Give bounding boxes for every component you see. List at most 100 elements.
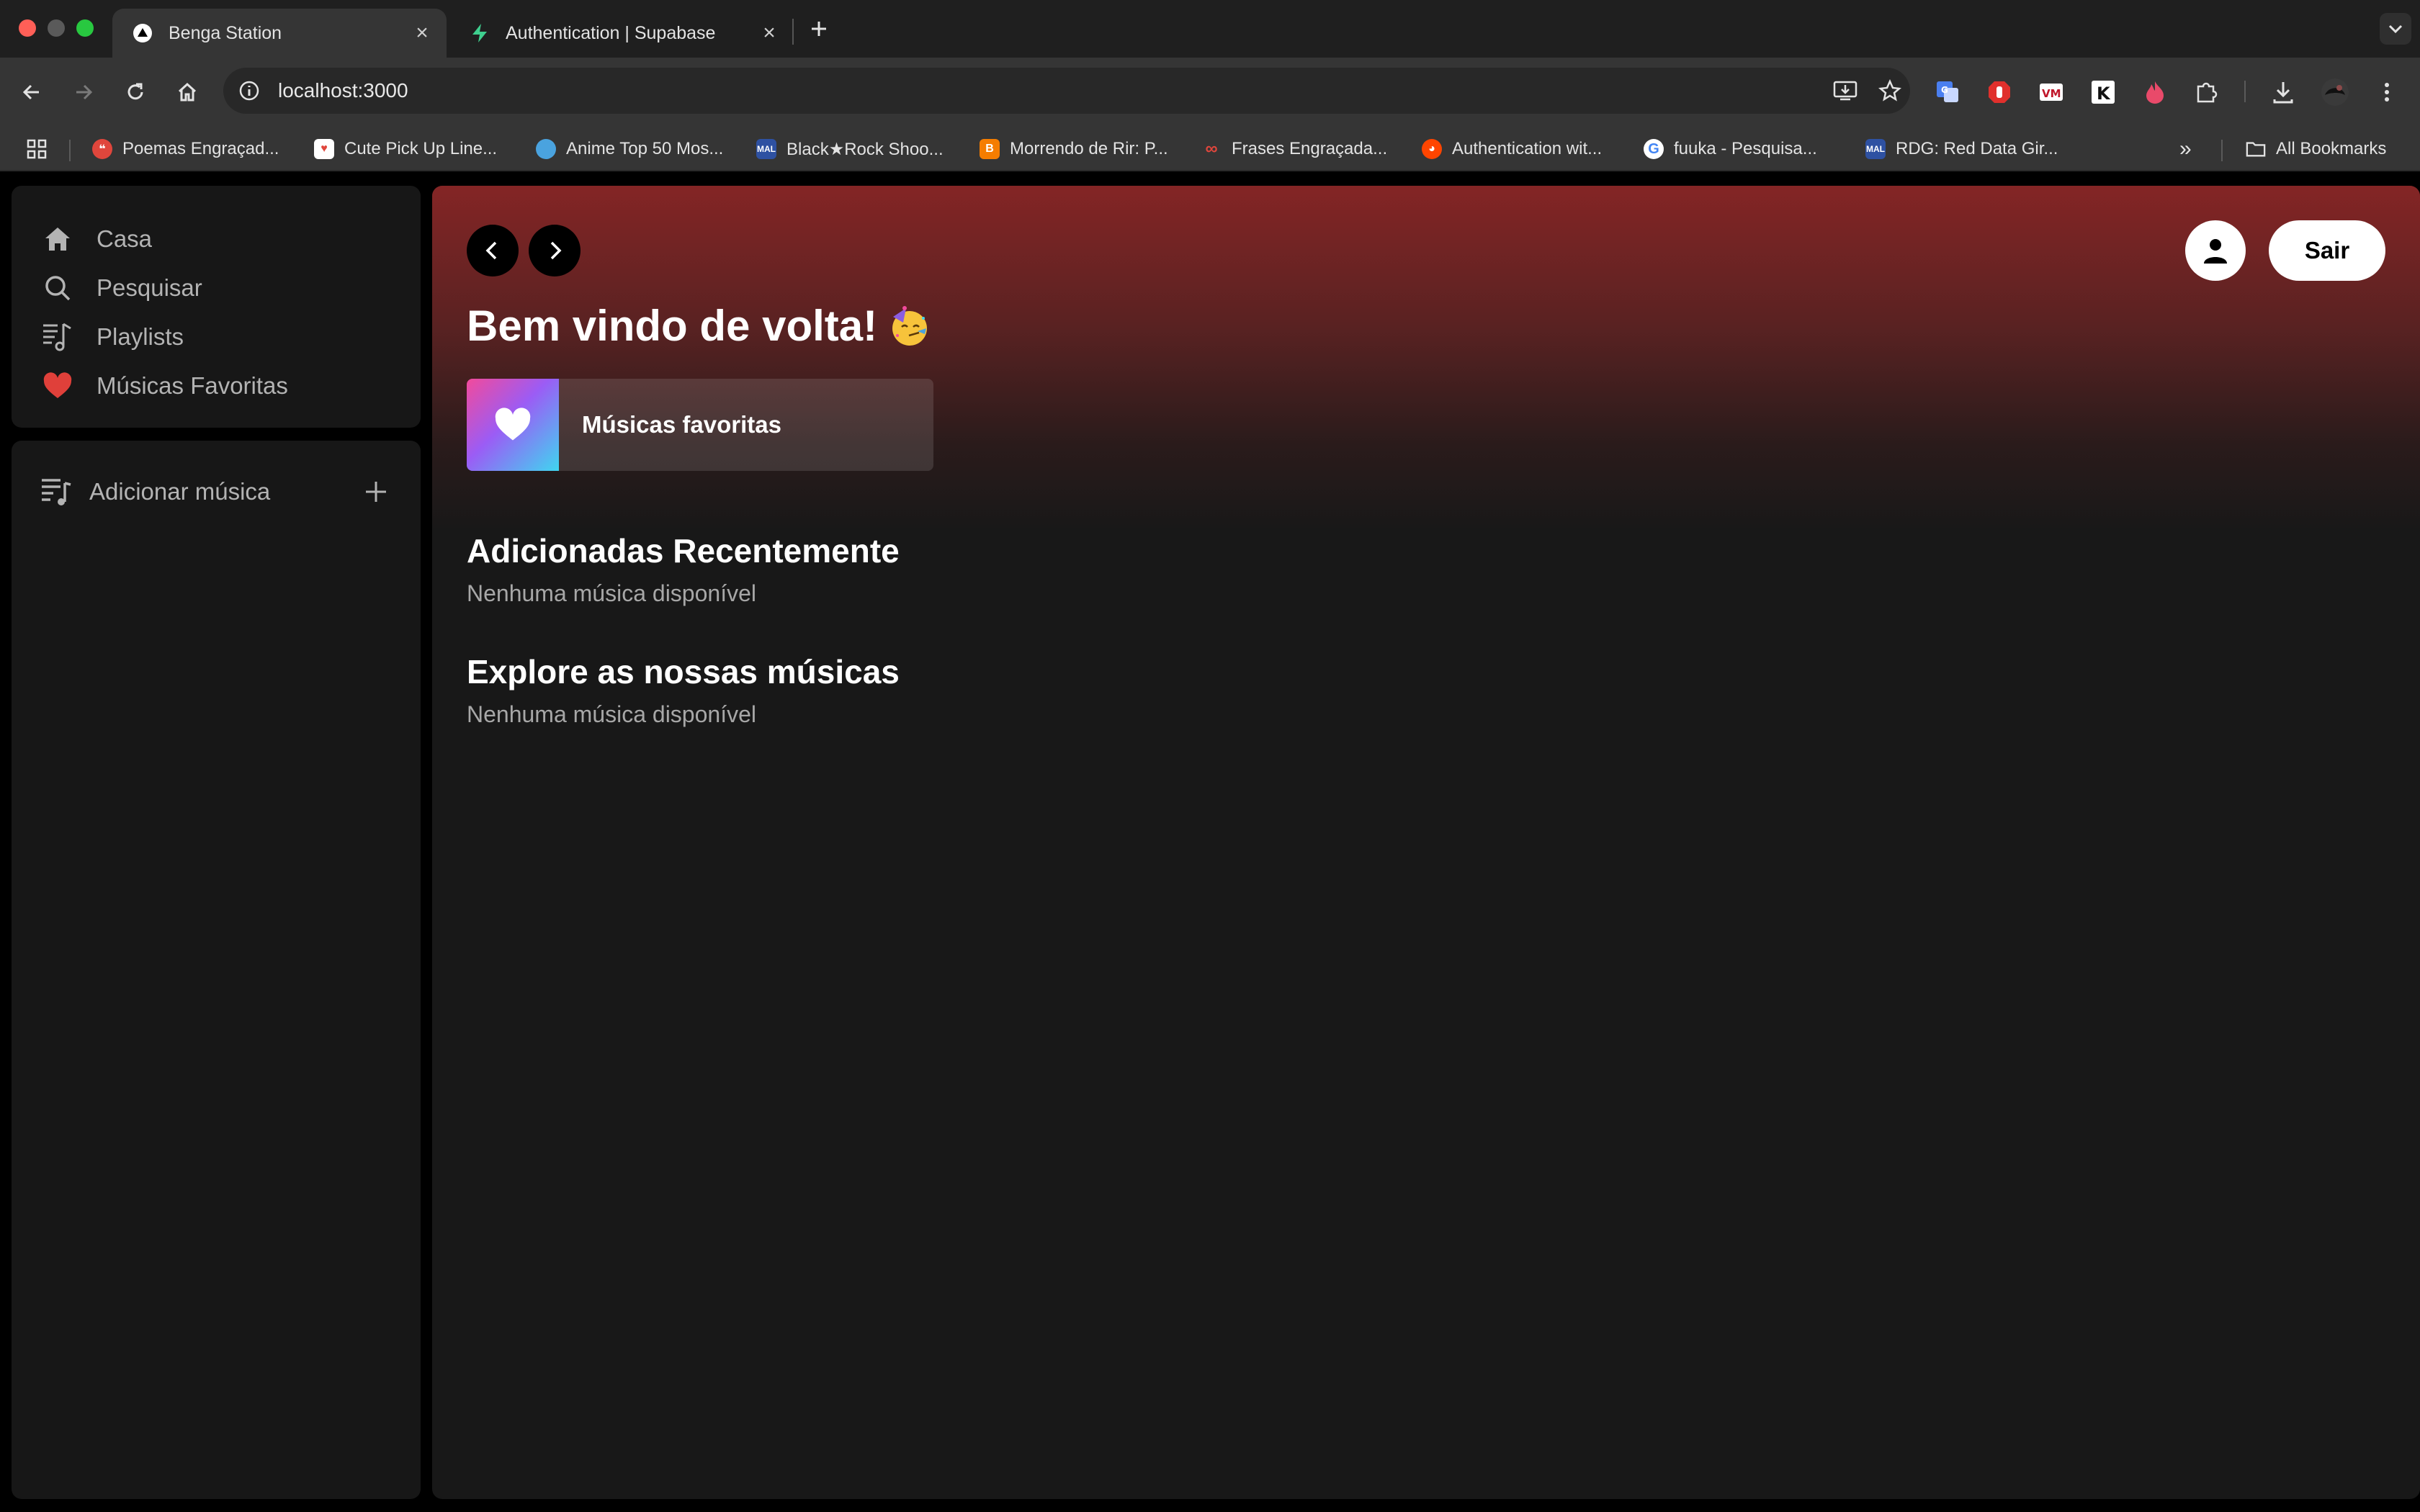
translate-extension-icon[interactable]: G: [1930, 75, 1965, 109]
quote-icon: ❝: [92, 139, 112, 159]
home-button[interactable]: [170, 75, 205, 109]
vercel-icon: [133, 23, 153, 43]
sidebar-item-label: Músicas Favoritas: [97, 372, 288, 399]
bookmark-star-icon[interactable]: [1873, 68, 1907, 114]
bookmark-item[interactable]: ◕ Authentication wit...: [1422, 135, 1602, 163]
tab-benga-station[interactable]: Benga Station ×: [112, 9, 447, 58]
sidebar-item-label: Pesquisar: [97, 274, 202, 301]
close-window-button[interactable]: [19, 19, 36, 37]
download-icon[interactable]: [2266, 75, 2300, 109]
all-bookmarks-button[interactable]: All Bookmarks: [2246, 135, 2386, 163]
bookmark-item[interactable]: MAL RDG: Red Data Gir...: [1865, 135, 2058, 163]
supabase-icon: [470, 23, 490, 43]
welcome-text: Bem vindo de volta!: [467, 302, 878, 350]
section-title-explore: Explore as nossas músicas: [467, 653, 900, 690]
new-tab-button[interactable]: [803, 13, 835, 45]
library-panel: Adicionar música: [12, 441, 421, 1499]
minimize-window-button[interactable]: [48, 19, 65, 37]
browser-toolbar: localhost:3000 G VM K: [0, 58, 2420, 127]
heart-icon: [39, 367, 76, 405]
main-content: Sair Bem vindo de volta! Músicas favorit…: [432, 186, 2420, 1499]
favorites-card[interactable]: Músicas favoritas: [467, 379, 933, 471]
blogger-icon: B: [980, 139, 1000, 159]
bookmark-item[interactable]: MAL Black★Rock Shoo...: [756, 135, 944, 163]
tab-separator: [792, 19, 794, 45]
bookmark-item[interactable]: ∞ Frases Engraçada...: [1201, 135, 1387, 163]
fire-extension-icon[interactable]: [2138, 75, 2172, 109]
extensions-puzzle-icon[interactable]: [2190, 75, 2224, 109]
user-icon: [2204, 239, 2227, 264]
user-profile-button[interactable]: [2185, 220, 2246, 281]
forward-button[interactable]: [66, 75, 101, 109]
add-music-button[interactable]: [357, 473, 395, 510]
sidebar-item-musicas-favoritas[interactable]: Músicas Favoritas: [12, 361, 421, 410]
bookmark-item[interactable]: ♥ Cute Pick Up Line...: [314, 135, 497, 163]
reload-button[interactable]: [118, 75, 153, 109]
url-text: localhost:3000: [278, 79, 408, 102]
back-button[interactable]: [14, 75, 49, 109]
sidebar-item-casa[interactable]: Casa: [12, 215, 421, 264]
k-extension-icon[interactable]: K: [2086, 75, 2120, 109]
bookmark-item[interactable]: Anime Top 50 Mos...: [536, 135, 723, 163]
anime-icon: [536, 139, 556, 159]
install-app-icon[interactable]: [1828, 68, 1863, 114]
section-empty-recent: Nenhuma música disponível: [467, 580, 756, 606]
tab-supabase[interactable]: Authentication | Supabase ×: [449, 9, 794, 58]
vm-extension-icon[interactable]: VM: [2034, 75, 2069, 109]
google-icon: G: [1644, 139, 1664, 159]
favorites-card-label: Músicas favoritas: [582, 411, 781, 438]
bookmark-item[interactable]: B Morrendo de Rir: P...: [980, 135, 1168, 163]
forward-nav-button[interactable]: [529, 225, 581, 276]
tab-title: Benga Station: [169, 22, 282, 43]
favorites-thumbnail: [467, 379, 559, 471]
logout-button[interactable]: Sair: [2269, 220, 2385, 281]
apps-grid-icon[interactable]: [26, 135, 48, 163]
address-bar[interactable]: localhost:3000: [223, 68, 1910, 114]
sidebar-item-pesquisar[interactable]: Pesquisar: [12, 264, 421, 312]
svg-text:K: K: [2097, 84, 2111, 104]
partying-face-icon: [892, 305, 928, 346]
library-header: Adicionar música: [37, 469, 395, 514]
tab-search-button[interactable]: [2380, 13, 2411, 45]
heart-icon: [495, 408, 531, 441]
close-tab-icon[interactable]: ×: [408, 19, 436, 48]
add-music-label[interactable]: Adicionar música: [89, 478, 357, 505]
browser-menu-icon[interactable]: [2370, 75, 2404, 109]
svg-text:G: G: [1941, 85, 1948, 95]
close-tab-icon[interactable]: ×: [755, 19, 784, 48]
site-info-icon[interactable]: [236, 78, 262, 104]
sidebar-navigation: Casa Pesquisar Playlists Músicas Favorit…: [12, 186, 421, 428]
adblock-extension-icon[interactable]: [1982, 75, 2017, 109]
sidebar-item-playlists[interactable]: Playlists: [12, 312, 421, 361]
folder-icon: [2246, 139, 2266, 159]
home-icon: [39, 220, 76, 258]
more-bookmarks-icon[interactable]: »: [2179, 135, 2192, 163]
tab-title: Authentication | Supabase: [506, 22, 716, 43]
bookmarks-separator: [69, 140, 71, 161]
bookmarks-bar: ❝ Poemas Engraçad... ♥ Cute Pick Up Line…: [0, 127, 2420, 171]
browser-window: Benga Station × Authentication | Supabas…: [0, 0, 2420, 1512]
mal-icon: MAL: [1865, 139, 1886, 159]
section-empty-explore: Nenhuma música disponível: [467, 701, 756, 727]
music-list-icon: [37, 473, 75, 510]
header-gradient: [432, 186, 2420, 531]
profile-avatar[interactable]: [2318, 75, 2352, 109]
svg-text:VM: VM: [2042, 87, 2061, 100]
search-icon: [39, 269, 76, 307]
tab-strip: Benga Station × Authentication | Supabas…: [0, 0, 2420, 58]
bookmark-item[interactable]: ❝ Poemas Engraçad...: [92, 135, 279, 163]
bookmarks-separator: [2221, 140, 2223, 161]
heart-chat-icon: ♥: [314, 139, 334, 159]
sidebar-item-label: Casa: [97, 225, 153, 252]
back-nav-button[interactable]: [467, 225, 519, 276]
toolbar-separator: [2244, 81, 2246, 102]
maximize-window-button[interactable]: [76, 19, 94, 37]
section-title-recent: Adicionadas Recentemente: [467, 532, 900, 570]
bookmark-item[interactable]: G fuuka - Pesquisa...: [1644, 135, 1817, 163]
mal-icon: MAL: [756, 139, 776, 159]
web-page: Casa Pesquisar Playlists Músicas Favorit…: [0, 171, 2420, 1512]
page-title: Bem vindo de volta!: [467, 301, 932, 351]
sidebar-item-label: Playlists: [97, 323, 184, 350]
reddit-icon: ◕: [1422, 139, 1442, 159]
playlist-icon: [39, 318, 76, 356]
